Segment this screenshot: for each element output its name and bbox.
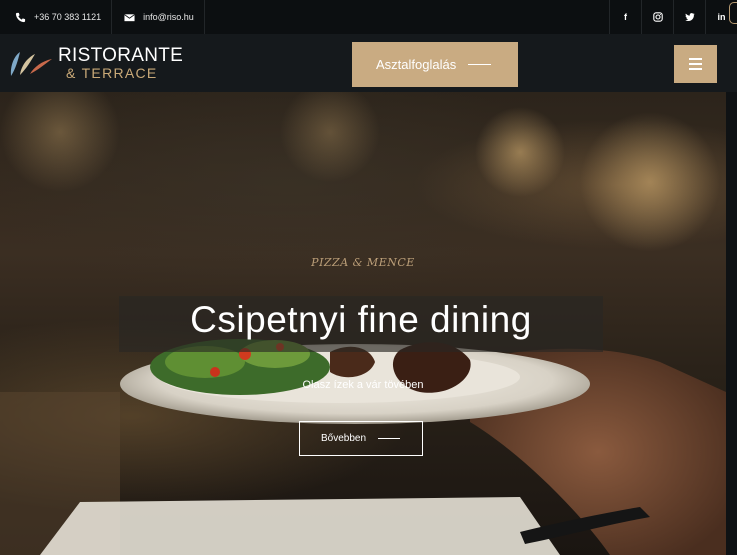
phone-icon (15, 12, 26, 22)
phone-number: +36 70 383 1121 (34, 12, 102, 22)
hamburger-menu-button[interactable] (674, 45, 717, 83)
hero-kicker: PIZZA & MENCE (311, 256, 415, 269)
arrow-line-icon (468, 64, 492, 65)
hero-title: Csipetnyi fine dining (190, 299, 532, 340)
social-links: f in (609, 0, 737, 34)
envelope-icon (124, 13, 135, 21)
hamburger-line (689, 68, 702, 70)
read-more-label: Bővebben (321, 433, 367, 444)
scrollbar-track[interactable] (726, 92, 737, 555)
site-logo[interactable]: RISTORANTE & TERRACE (8, 46, 183, 80)
scroll-indicator[interactable] (729, 2, 737, 24)
hero-section: PIZZA & MENCE Csipetnyi fine dining Olas… (0, 92, 726, 555)
reservation-label: Asztalfoglalás (376, 57, 457, 72)
instagram-link[interactable] (641, 0, 673, 34)
instagram-icon (652, 12, 663, 22)
hero-subtitle: Olasz ízek a vár tövében (302, 379, 424, 391)
top-contact-bar: +36 70 383 1121 info@riso.hu f in (0, 0, 737, 34)
email-contact[interactable]: info@riso.hu (112, 0, 205, 34)
reservation-button[interactable]: Asztalfoglalás (352, 42, 518, 87)
facebook-icon: f (624, 12, 627, 22)
twitter-icon (684, 13, 695, 21)
logo-brush-icon (10, 52, 52, 76)
email-address: info@riso.hu (143, 12, 194, 22)
hamburger-icon (689, 58, 702, 60)
linkedin-icon: in (717, 12, 726, 22)
logo-text-sub: & TERRACE (66, 65, 158, 81)
logo-text-main: RISTORANTE (58, 45, 184, 66)
twitter-link[interactable] (673, 0, 705, 34)
arrow-line-icon (378, 438, 401, 439)
read-more-button[interactable]: Bővebben (299, 421, 423, 456)
facebook-link[interactable]: f (609, 0, 641, 34)
phone-contact[interactable]: +36 70 383 1121 (0, 0, 113, 34)
hamburger-line (689, 63, 702, 65)
